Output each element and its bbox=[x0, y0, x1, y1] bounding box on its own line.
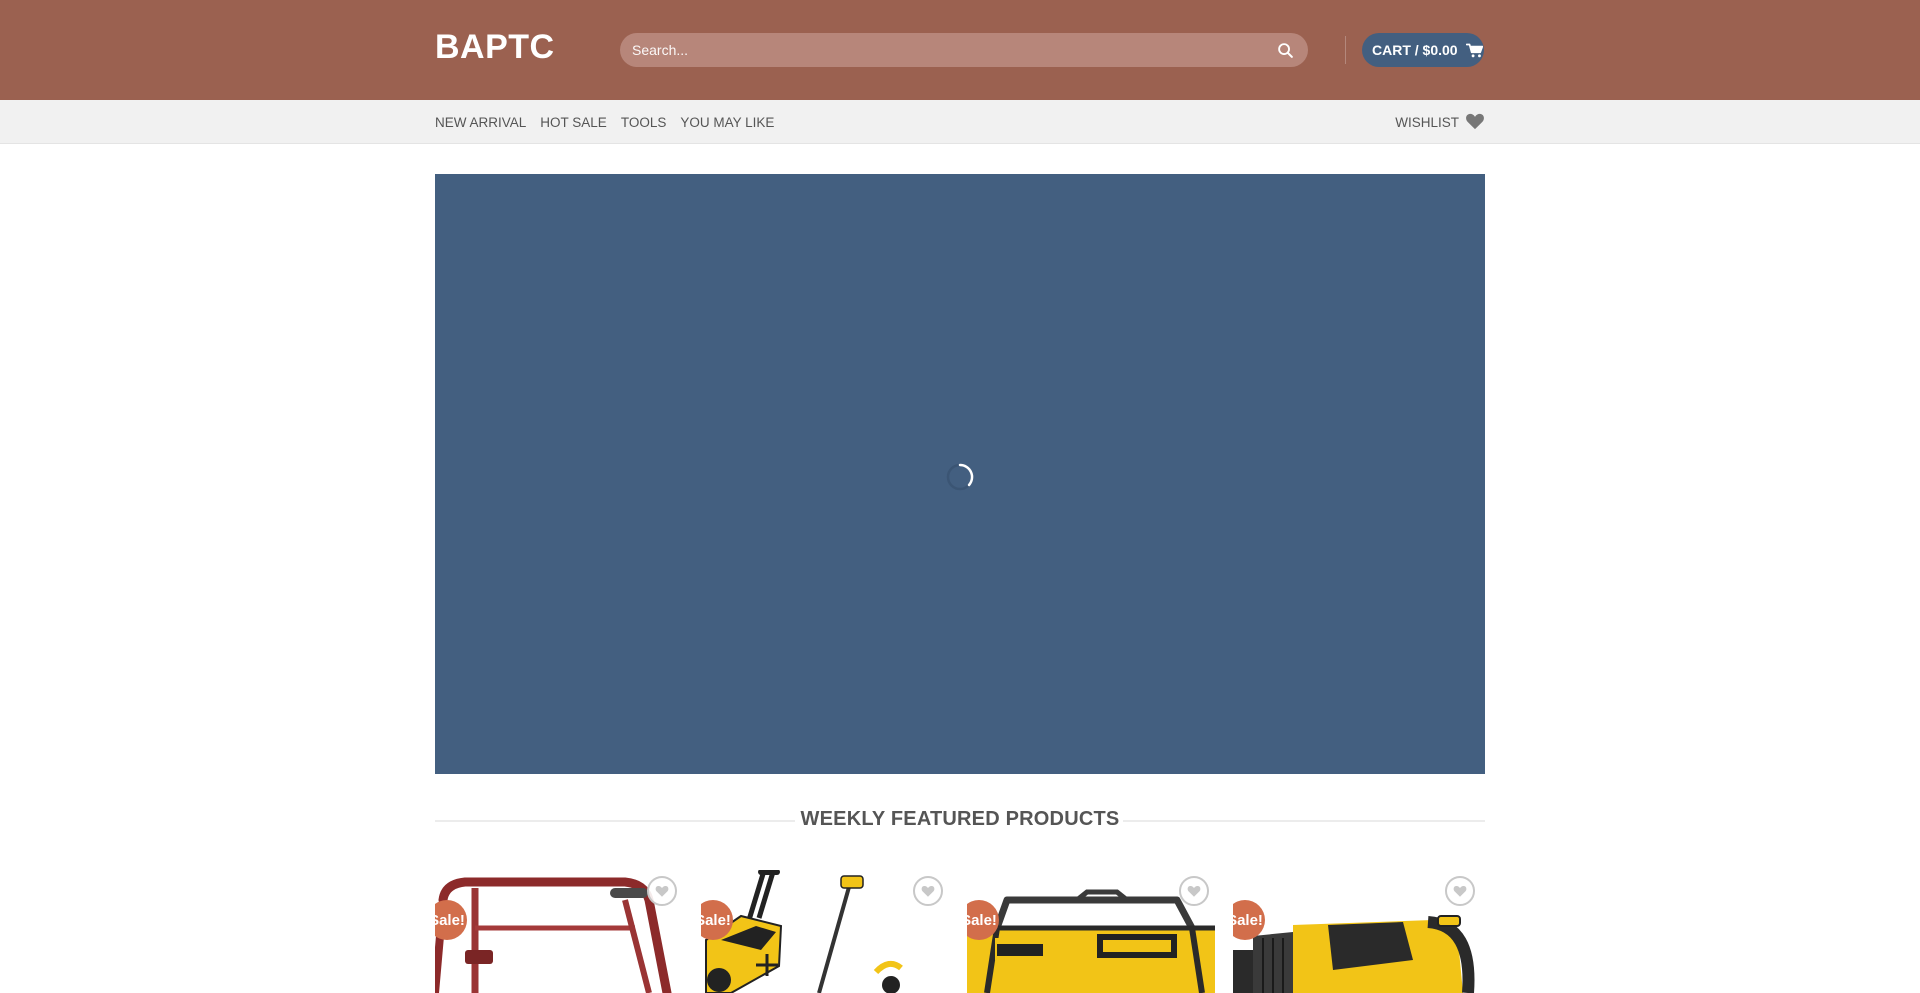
featured-section-header: WEEKLY FEATURED PRODUCTS bbox=[435, 805, 1485, 835]
search-icon[interactable] bbox=[1270, 33, 1300, 67]
spinner-icon bbox=[945, 462, 975, 492]
product-card[interactable]: Sale! bbox=[1233, 870, 1483, 993]
wishlist-label: WISHLIST bbox=[1395, 114, 1459, 130]
heart-outline-icon[interactable] bbox=[913, 876, 943, 906]
main-nav: NEW ARRIVAL HOT SALE TOOLS YOU MAY LIKE … bbox=[0, 100, 1920, 144]
search-bar bbox=[620, 33, 1308, 67]
hero-banner[interactable] bbox=[435, 174, 1485, 774]
product-card[interactable]: Sale! bbox=[435, 870, 685, 993]
heart-outline-icon[interactable] bbox=[647, 876, 677, 906]
nav-item-you-may-like[interactable]: YOU MAY LIKE bbox=[680, 115, 774, 130]
search-input[interactable] bbox=[620, 33, 1260, 67]
cart-button[interactable]: CART / $0.00 bbox=[1362, 33, 1484, 67]
heart-outline-icon[interactable] bbox=[1445, 876, 1475, 906]
wishlist-link[interactable]: WISHLIST bbox=[1395, 100, 1485, 144]
title-divider-right bbox=[1123, 820, 1485, 822]
heart-outline-icon[interactable] bbox=[1179, 876, 1209, 906]
cart-label: CART / $0.00 bbox=[1372, 42, 1458, 58]
product-card[interactable]: Sale! bbox=[967, 870, 1217, 993]
site-header: BAPTC CART / $0.00 bbox=[0, 0, 1920, 100]
product-grid: Sale! Sale! bbox=[435, 870, 1485, 993]
nav-item-new-arrival[interactable]: NEW ARRIVAL bbox=[435, 115, 526, 130]
nav-links: NEW ARRIVAL HOT SALE TOOLS YOU MAY LIKE bbox=[435, 100, 774, 144]
nav-item-hot-sale[interactable]: HOT SALE bbox=[540, 115, 607, 130]
header-divider bbox=[1345, 36, 1346, 64]
cart-icon bbox=[1465, 43, 1483, 58]
nav-item-tools[interactable]: TOOLS bbox=[621, 115, 667, 130]
heart-icon bbox=[1465, 112, 1485, 133]
product-card[interactable]: Sale! bbox=[701, 870, 951, 993]
site-logo[interactable]: BAPTC bbox=[435, 28, 555, 67]
